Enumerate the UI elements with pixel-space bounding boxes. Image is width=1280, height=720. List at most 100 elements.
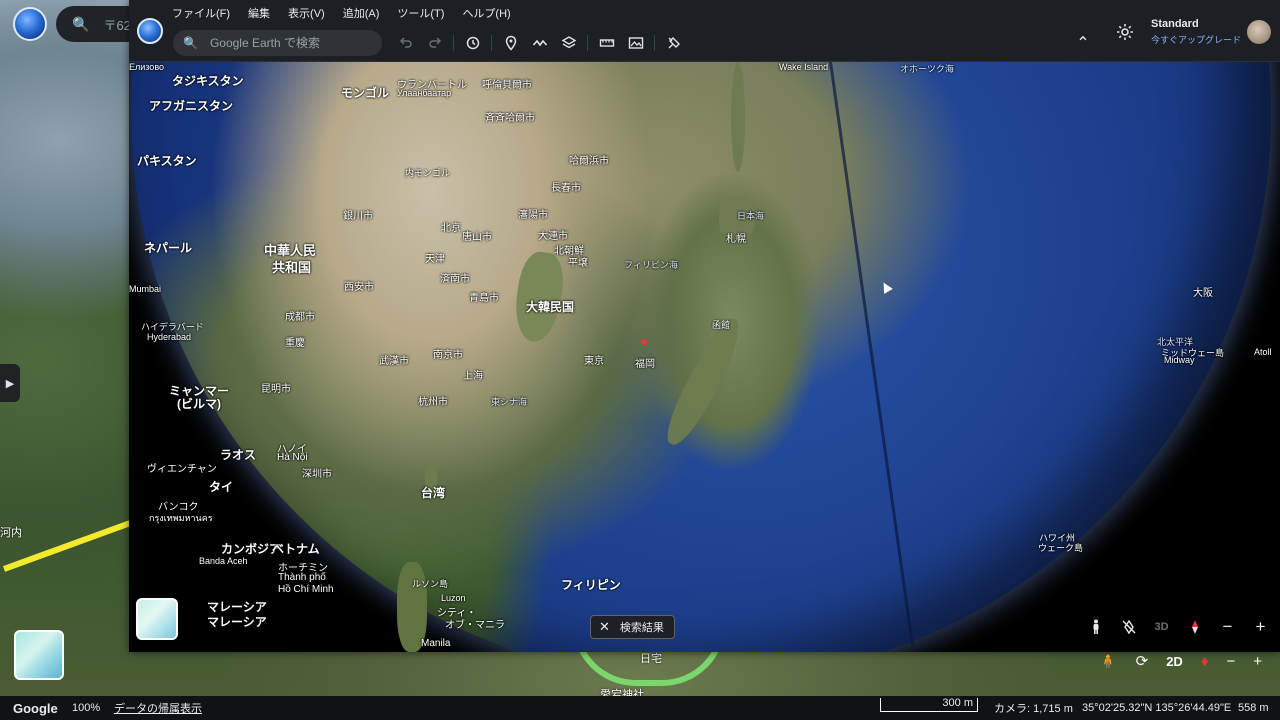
- map-label[interactable]: 唐山市: [462, 228, 492, 243]
- map-label[interactable]: フィリピン海: [624, 258, 678, 271]
- layers-button[interactable]: [554, 30, 583, 56]
- history-button[interactable]: [458, 30, 487, 56]
- zoom-in-button[interactable]: +: [1253, 653, 1262, 670]
- menu-file[interactable]: ファイル(F): [172, 5, 230, 21]
- background-map-style-thumbnail[interactable]: [14, 630, 64, 680]
- map-label[interactable]: 札幌: [726, 230, 746, 245]
- collapse-toolbar-button[interactable]: ⌃: [1069, 30, 1097, 56]
- map-label[interactable]: ラオス: [220, 446, 256, 463]
- map-label[interactable]: 済南市: [440, 270, 470, 285]
- map-label[interactable]: 大阪: [1193, 284, 1213, 299]
- map-label[interactable]: タジキスタン: [172, 72, 244, 89]
- search-results-chip[interactable]: ✕ 検索結果: [590, 615, 675, 639]
- map-label[interactable]: 杭州市: [418, 393, 448, 408]
- pegman-button[interactable]: [1079, 613, 1112, 641]
- map-label[interactable]: 函館: [712, 318, 730, 331]
- map-label[interactable]: 重慶: [285, 334, 305, 349]
- map-label[interactable]: 天津: [425, 250, 445, 265]
- map-label[interactable]: Atoll: [1254, 347, 1272, 357]
- map-label[interactable]: Hồ Chí Minh: [278, 584, 334, 595]
- map-label[interactable]: モンゴル: [341, 84, 389, 101]
- compass-reset-icon[interactable]: ⟳: [1136, 652, 1149, 670]
- map-label[interactable]: 哈爾浜市: [569, 152, 609, 167]
- menu-view[interactable]: 表示(V): [288, 5, 325, 21]
- map-style-thumbnail[interactable]: [136, 598, 178, 640]
- map-label[interactable]: 北朝鮮: [554, 242, 584, 257]
- map-label[interactable]: パキスタン: [137, 152, 197, 169]
- view-mode-2d-button[interactable]: 2D: [1166, 654, 1183, 669]
- map-label[interactable]: 深圳市: [302, 465, 332, 480]
- search-box[interactable]: 🔍: [173, 30, 382, 56]
- map-label[interactable]: 日本海: [737, 209, 764, 222]
- measure-button[interactable]: [592, 30, 621, 56]
- map-label[interactable]: Mumbai: [129, 284, 161, 294]
- map-label[interactable]: Banda Aceh: [199, 556, 248, 566]
- add-path-button[interactable]: [525, 30, 554, 56]
- map-label[interactable]: Luzon: [441, 593, 466, 603]
- zoom-out-button[interactable]: −: [1226, 653, 1235, 670]
- map-label[interactable]: 呼倫貝爾市: [482, 76, 532, 91]
- close-icon[interactable]: ✕: [599, 619, 610, 635]
- view-mode-3d-button[interactable]: 3D: [1145, 613, 1178, 641]
- map-label[interactable]: Midway: [1164, 355, 1195, 365]
- location-pin-icon[interactable]: [641, 339, 647, 345]
- map-label[interactable]: กรุงเทพมหานคร: [149, 511, 213, 525]
- undo-button[interactable]: [391, 30, 420, 56]
- map-label[interactable]: Thành phố: [278, 572, 326, 583]
- map-label[interactable]: マレーシア: [207, 613, 267, 630]
- map-label[interactable]: 東京: [584, 352, 604, 367]
- zoom-in-button[interactable]: +: [1244, 613, 1277, 641]
- add-placemark-button[interactable]: [496, 30, 525, 56]
- map-label[interactable]: Hà Nội: [277, 452, 308, 463]
- map-label[interactable]: オブ・マニラ: [445, 616, 505, 631]
- map-label[interactable]: 大連市: [538, 227, 568, 242]
- map-label[interactable]: Manila: [421, 638, 450, 649]
- earth-logo-icon[interactable]: [137, 18, 163, 44]
- map-label[interactable]: 昆明市: [261, 380, 291, 395]
- globe-viewport[interactable]: タジキスタン アフガニスタン モンゴル ウランバートル Улаанбаатар 呼倫貝爾市…: [129, 62, 1280, 652]
- map-label[interactable]: 上海: [463, 367, 483, 382]
- map-label[interactable]: 台湾: [421, 484, 445, 501]
- map-label[interactable]: 斉斉哈爾市: [485, 109, 535, 124]
- image-overlay-button[interactable]: [621, 30, 650, 56]
- compass-button[interactable]: [1178, 613, 1211, 641]
- menu-edit[interactable]: 編集: [248, 5, 270, 21]
- background-earth-logo-icon[interactable]: [13, 7, 47, 41]
- map-label[interactable]: ルソン島: [412, 577, 448, 590]
- map-label[interactable]: ヴィエンチャン: [147, 460, 217, 475]
- map-label[interactable]: オホーツク海: [900, 62, 954, 75]
- map-label[interactable]: ネパール: [144, 239, 192, 256]
- map-label[interactable]: 大韓民国: [526, 298, 574, 315]
- pegman-icon[interactable]: 🧍: [1099, 652, 1118, 670]
- map-label[interactable]: 北京: [441, 219, 461, 234]
- map-label[interactable]: 瀋陽市: [518, 206, 548, 221]
- map-label[interactable]: Елизово: [129, 62, 164, 72]
- settings-button[interactable]: [1115, 22, 1135, 42]
- map-label[interactable]: 福岡: [635, 355, 655, 370]
- map-label[interactable]: アフガニスタン: [149, 97, 233, 114]
- map-label[interactable]: 銀川市: [343, 207, 373, 222]
- map-label[interactable]: 成都市: [285, 308, 315, 323]
- map-label[interactable]: ベトナム: [272, 540, 320, 557]
- attribution-link[interactable]: データの帰属表示: [114, 700, 202, 716]
- map-label[interactable]: 武漢市: [379, 352, 409, 367]
- map-label[interactable]: ウェーク島: [1038, 541, 1083, 554]
- map-label[interactable]: 東シナ海: [491, 395, 527, 408]
- menu-tools[interactable]: ツール(T): [397, 5, 444, 21]
- reset-tilt-button[interactable]: [1112, 613, 1145, 641]
- map-label[interactable]: 内モンゴル: [405, 166, 450, 179]
- settings-tool-button[interactable]: [659, 30, 688, 56]
- map-label[interactable]: フィリピン: [561, 576, 621, 593]
- map-label[interactable]: 青島市: [469, 289, 499, 304]
- map-label[interactable]: 共和国: [272, 257, 311, 276]
- avatar[interactable]: [1247, 20, 1271, 44]
- zoom-out-button[interactable]: −: [1211, 613, 1244, 641]
- map-label[interactable]: 長春市: [551, 179, 581, 194]
- map-label[interactable]: Улаанбаатар: [397, 88, 451, 98]
- search-input[interactable]: [209, 36, 360, 50]
- menu-help[interactable]: ヘルプ(H): [462, 5, 510, 21]
- upgrade-link[interactable]: 今すぐアップグレード: [1151, 33, 1241, 46]
- map-label[interactable]: 西安市: [344, 278, 374, 293]
- compass-needle-icon[interactable]: ♦: [1201, 653, 1209, 670]
- map-label[interactable]: Wake Island: [779, 62, 828, 72]
